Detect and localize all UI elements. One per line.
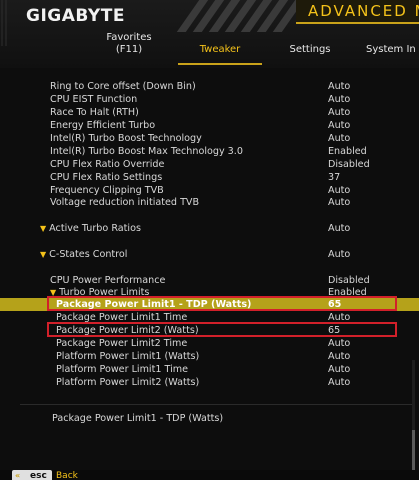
tab-settings[interactable]: Settings xyxy=(282,44,338,56)
setting-label: Package Power Limit1 Time xyxy=(56,312,188,323)
setting-row[interactable]: Platform Power Limit2 (Watts) Auto xyxy=(0,376,419,389)
setting-value[interactable]: Auto xyxy=(328,93,350,106)
esc-key-button[interactable]: « esc xyxy=(12,470,52,480)
tab-favorites-label: Favorites xyxy=(106,32,152,43)
setting-row[interactable]: Package Power Limit2 (Watts) 65 xyxy=(0,324,419,337)
setting-row[interactable]: Package Power Limit1 Time Auto xyxy=(0,311,419,324)
help-divider xyxy=(20,404,412,405)
setting-label: Intel(R) Turbo Boost Technology xyxy=(50,133,202,144)
setting-value[interactable]: Auto xyxy=(328,132,350,145)
setting-row[interactable]: Intel(R) Turbo Boost Technology Auto xyxy=(0,132,419,145)
section-c-states-control[interactable]: ▼ C-States Control Auto xyxy=(0,248,419,261)
setting-value[interactable]: Auto xyxy=(328,350,350,363)
setting-row[interactable]: Race To Halt (RTH) Auto xyxy=(0,106,419,119)
esc-key-label: esc xyxy=(30,471,47,480)
setting-value[interactable]: 65 xyxy=(328,298,341,311)
mode-label: ADVANCED M xyxy=(308,2,419,20)
setting-label: Turbo Power Limits xyxy=(59,287,150,298)
mode-indicator[interactable]: ADVANCED M xyxy=(296,0,419,24)
tab-system-info[interactable]: System In xyxy=(366,44,419,56)
section-label: Active Turbo Ratios xyxy=(49,223,141,234)
setting-value[interactable]: Enabled xyxy=(328,145,367,158)
setting-row[interactable]: Voltage reduction initiated TVB Auto xyxy=(0,196,419,209)
expand-triangle-icon: ▼ xyxy=(40,250,47,259)
setting-label: CPU EIST Function xyxy=(50,94,138,105)
tab-favorites-shortcut: (F11) xyxy=(115,44,143,55)
setting-value[interactable]: 37 xyxy=(328,171,340,184)
setting-label: Energy Efficient Turbo xyxy=(50,120,156,131)
setting-value[interactable]: Auto xyxy=(328,106,350,119)
setting-value[interactable]: Auto xyxy=(328,80,350,93)
back-label[interactable]: Back xyxy=(56,470,78,480)
setting-label: Intel(R) Turbo Boost Max Technology 3.0 xyxy=(50,146,243,157)
expand-triangle-icon: ▼ xyxy=(50,288,57,297)
setting-label: Platform Power Limit1 (Watts) xyxy=(56,351,200,362)
setting-label: CPU Flex Ratio Settings xyxy=(50,172,163,183)
setting-label: Package Power Limit2 (Watts) xyxy=(56,325,199,336)
setting-row[interactable]: Platform Power Limit1 (Watts) Auto xyxy=(0,350,419,363)
active-tab-indicator xyxy=(178,63,262,65)
setting-value[interactable]: Auto xyxy=(328,337,350,350)
setting-row[interactable]: Package Power Limit2 Time Auto xyxy=(0,337,419,350)
setting-row[interactable]: CPU Flex Ratio Settings 37 xyxy=(0,171,419,184)
setting-row[interactable]: CPU Flex Ratio Override Disabled xyxy=(0,158,419,171)
setting-row[interactable]: Intel(R) Turbo Boost Max Technology 3.0 … xyxy=(0,145,419,158)
setting-value[interactable]: Auto xyxy=(328,119,350,132)
setting-value[interactable]: Auto xyxy=(328,196,350,209)
scrollbar-thumb[interactable] xyxy=(412,430,415,470)
setting-label: Package Power Limit2 Time xyxy=(56,338,188,349)
setting-label: Ring to Core offset (Down Bin) xyxy=(50,81,196,92)
double-chevron-left-icon: « xyxy=(15,471,21,480)
setting-value[interactable]: 65 xyxy=(328,324,340,337)
setting-label: Platform Power Limit1 Time xyxy=(56,364,188,375)
setting-value[interactable]: Auto xyxy=(328,376,350,389)
setting-row[interactable]: CPU EIST Function Auto xyxy=(0,93,419,106)
brand-logo: GIGABYTE xyxy=(26,6,125,26)
section-label: C-States Control xyxy=(49,249,128,260)
setting-row[interactable]: Ring to Core offset (Down Bin) Auto xyxy=(0,80,419,93)
setting-label: Package Power Limit1 - TDP (Watts) xyxy=(56,299,252,310)
tab-bar: Favorites (F11) Tweaker Settings System … xyxy=(0,30,419,91)
expand-triangle-icon: ▼ xyxy=(40,224,47,233)
bios-header: GIGABYTE ADVANCED M Favorites (F11) Twea… xyxy=(0,0,419,91)
tab-favorites[interactable]: Favorites (F11) xyxy=(104,32,154,56)
section-value[interactable]: Auto xyxy=(328,222,350,235)
setting-label: Platform Power Limit2 (Watts) xyxy=(56,377,200,388)
setting-row[interactable]: Platform Power Limit1 Time Auto xyxy=(0,363,419,376)
setting-value[interactable]: Disabled xyxy=(328,158,370,171)
setting-label: Race To Halt (RTH) xyxy=(50,107,139,118)
section-value[interactable]: Auto xyxy=(328,248,350,261)
section-active-turbo-ratios[interactable]: ▼ Active Turbo Ratios Auto xyxy=(0,222,419,235)
help-description: Package Power Limit1 - TDP (Watts) xyxy=(52,413,224,424)
setting-label: CPU Flex Ratio Override xyxy=(50,159,165,170)
setting-label: Voltage reduction initiated TVB xyxy=(50,197,200,208)
tab-tweaker[interactable]: Tweaker xyxy=(190,44,250,56)
setting-row-selected[interactable]: Package Power Limit1 - TDP (Watts) 65 xyxy=(0,298,419,311)
setting-value[interactable]: Auto xyxy=(328,363,350,376)
setting-value[interactable]: Auto xyxy=(328,311,350,324)
header-stripes xyxy=(168,0,298,32)
setting-row[interactable]: Energy Efficient Turbo Auto xyxy=(0,119,419,132)
